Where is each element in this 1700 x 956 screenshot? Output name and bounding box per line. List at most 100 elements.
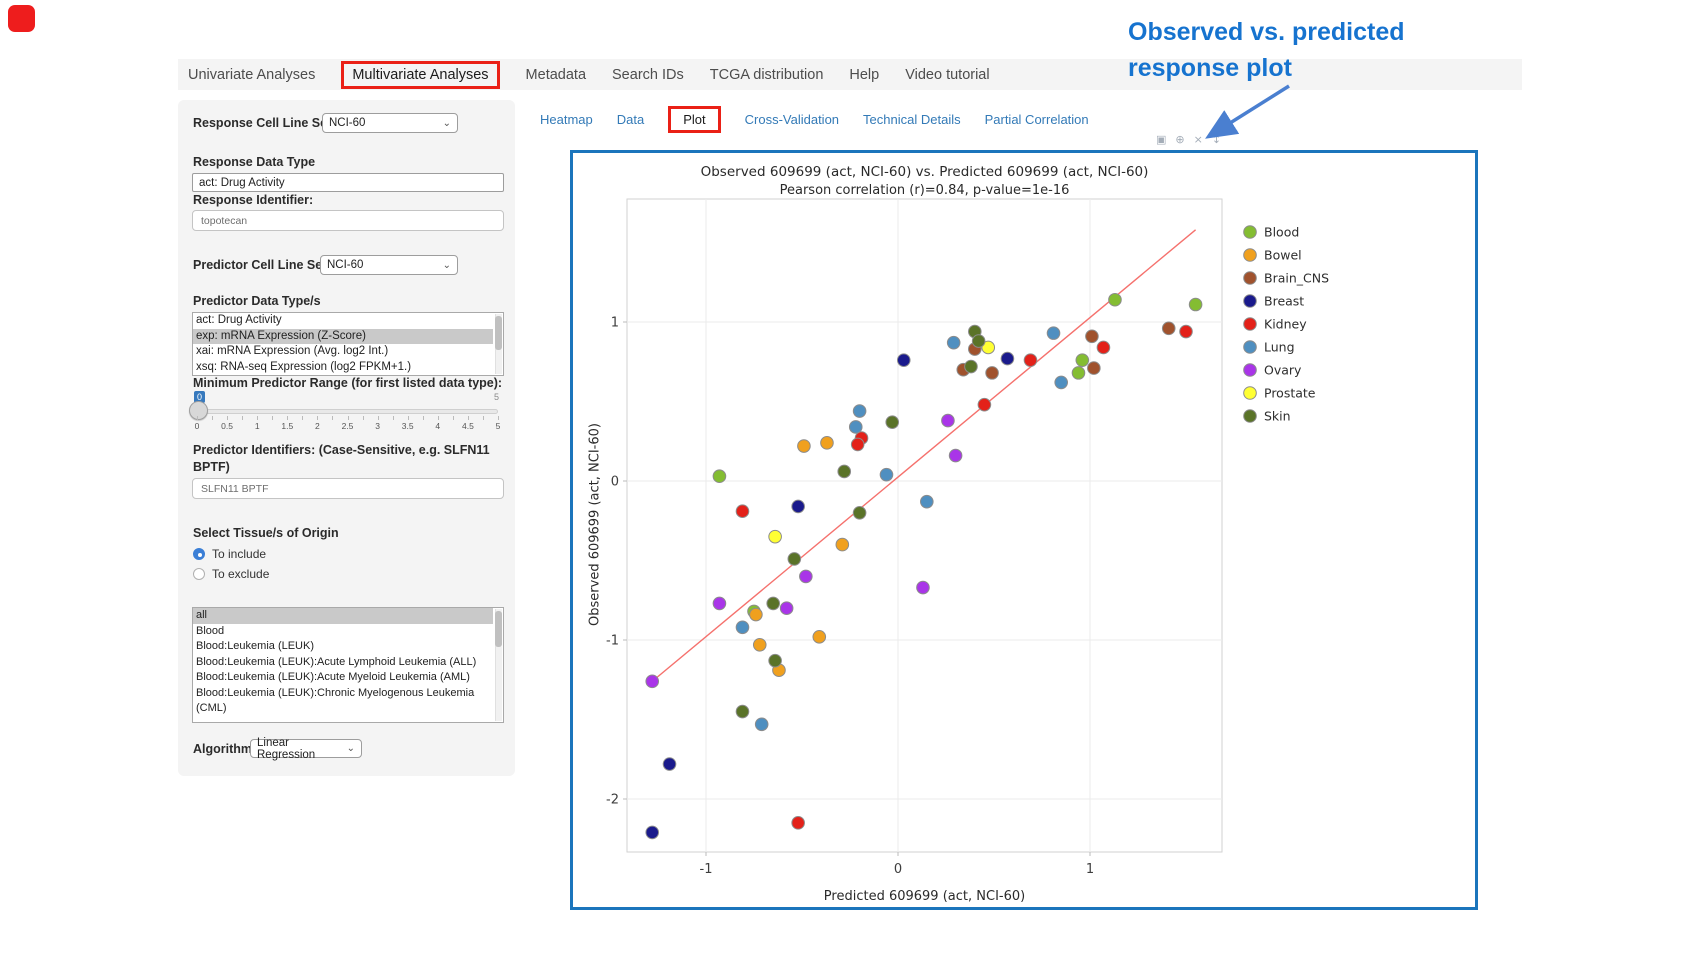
scrollbar[interactable]	[495, 314, 502, 374]
data-point-kidney[interactable]	[1097, 341, 1110, 354]
legend-swatch-ovary[interactable]	[1244, 364, 1257, 377]
list-item[interactable]: xsq: RNA-seq Expression (log2 FPKM+1.)	[193, 360, 493, 376]
data-point-skin[interactable]	[965, 360, 978, 373]
data-point-lung[interactable]	[880, 468, 893, 481]
data-point-skin[interactable]	[767, 597, 780, 610]
data-point-skin[interactable]	[788, 553, 801, 566]
legend-swatch-brain_cns[interactable]	[1244, 272, 1257, 285]
data-point-skin[interactable]	[853, 507, 866, 520]
data-point-blood[interactable]	[1109, 293, 1122, 306]
data-point-skin[interactable]	[972, 335, 985, 348]
nav-item-univariate-analyses[interactable]: Univariate Analyses	[188, 67, 315, 83]
legend-label[interactable]: Lung	[1264, 340, 1295, 355]
nav-item-multivariate-analyses[interactable]: Multivariate Analyses	[352, 67, 488, 83]
list-item[interactable]: Blood	[193, 624, 493, 640]
data-point-kidney[interactable]	[851, 438, 864, 451]
data-point-bowel[interactable]	[753, 638, 766, 651]
nav-item-help[interactable]: Help	[849, 67, 879, 83]
data-point-bowel[interactable]	[813, 631, 826, 644]
algorithm-select[interactable]: Linear Regression ⌄	[250, 739, 362, 758]
tab-cross-validation[interactable]: Cross-Validation	[745, 112, 839, 127]
predictor-identifiers-input[interactable]	[192, 478, 504, 499]
list-item[interactable]: Blood:Leukemia (LEUK):Acute Lymphoid Leu…	[193, 655, 493, 671]
response-data-type-select[interactable]: act: Drug Activity	[192, 173, 504, 192]
camera-icon[interactable]: ▣	[1156, 133, 1166, 146]
legend-label[interactable]: Blood	[1264, 225, 1299, 240]
data-point-skin[interactable]	[769, 654, 782, 667]
nav-item-search-ids[interactable]: Search IDs	[612, 67, 684, 83]
data-point-ovary[interactable]	[917, 581, 930, 594]
legend-label[interactable]: Ovary	[1264, 363, 1302, 378]
tab-heatmap[interactable]: Heatmap	[540, 112, 593, 127]
list-item[interactable]: Blood:Leukemia (LEUK)	[193, 639, 493, 655]
legend-label[interactable]: Breast	[1264, 294, 1304, 309]
data-point-brain_cns[interactable]	[1088, 362, 1101, 375]
tissue-listbox[interactable]: allBloodBlood:Leukemia (LEUK)Blood:Leuke…	[192, 607, 504, 723]
data-point-ovary[interactable]	[646, 675, 659, 688]
data-point-ovary[interactable]	[949, 449, 962, 462]
data-point-ovary[interactable]	[780, 602, 793, 615]
data-point-kidney[interactable]	[792, 817, 805, 830]
legend-swatch-skin[interactable]	[1244, 410, 1257, 423]
data-point-prostate[interactable]	[769, 530, 782, 543]
legend-swatch-bowel[interactable]	[1244, 249, 1257, 262]
legend-swatch-kidney[interactable]	[1244, 318, 1257, 331]
data-point-brain_cns[interactable]	[986, 367, 999, 380]
response-identifier-input[interactable]	[192, 210, 504, 231]
min-predictor-range-slider[interactable]	[196, 409, 498, 414]
scrollbar-thumb[interactable]	[495, 316, 502, 350]
data-point-brain_cns[interactable]	[1162, 322, 1175, 335]
data-point-kidney[interactable]	[736, 505, 749, 518]
data-point-lung[interactable]	[736, 621, 749, 634]
data-point-bowel[interactable]	[836, 538, 849, 551]
nav-item-video-tutorial[interactable]: Video tutorial	[905, 67, 989, 83]
data-point-skin[interactable]	[736, 705, 749, 718]
data-point-kidney[interactable]	[1180, 325, 1193, 338]
zoom-icon[interactable]: ⊕	[1175, 133, 1184, 146]
legend-label[interactable]: Skin	[1264, 409, 1291, 424]
predictor-cell-line-set-select[interactable]: NCI-60 ⌄	[320, 255, 458, 275]
data-point-blood[interactable]	[1072, 367, 1085, 380]
data-point-lung[interactable]	[921, 495, 934, 508]
legend-swatch-lung[interactable]	[1244, 341, 1257, 354]
tab-technical-details[interactable]: Technical Details	[863, 112, 961, 127]
list-item[interactable]: Blood:Leukemia (LEUK):Chronic Myelogenou…	[193, 686, 493, 717]
data-point-kidney[interactable]	[978, 398, 991, 411]
list-item[interactable]: xai: mRNA Expression (Avg. log2 Int.)	[193, 344, 493, 360]
data-point-bowel[interactable]	[821, 437, 834, 450]
legend-label[interactable]: Kidney	[1264, 317, 1307, 332]
data-point-skin[interactable]	[838, 465, 851, 478]
legend-label[interactable]: Prostate	[1264, 386, 1316, 401]
response-cell-line-set-select[interactable]: NCI-60 ⌄	[322, 113, 458, 133]
tab-data[interactable]: Data	[617, 112, 644, 127]
radio-to-include[interactable]: To include	[193, 547, 266, 561]
list-item[interactable]: exp: mRNA Expression (Z-Score)	[193, 329, 493, 345]
legend-label[interactable]: Brain_CNS	[1264, 271, 1329, 286]
tab-partial-correlation[interactable]: Partial Correlation	[985, 112, 1089, 127]
data-point-ovary[interactable]	[942, 414, 955, 427]
radio-to-exclude[interactable]: To exclude	[193, 567, 269, 581]
scatter-plot[interactable]: -10110-1-2BloodBowelBrain_CNSBreastKidne…	[573, 153, 1475, 907]
list-item[interactable]: Blood:Leukemia (LEUK):Acute Myeloid Leuk…	[193, 670, 493, 686]
data-point-ovary[interactable]	[713, 597, 726, 610]
scrollbar[interactable]	[495, 609, 502, 721]
data-point-ovary[interactable]	[800, 570, 813, 583]
data-point-breast[interactable]	[792, 500, 805, 513]
data-point-breast[interactable]	[1001, 352, 1014, 365]
data-point-lung[interactable]	[1055, 376, 1068, 389]
data-point-blood[interactable]	[1189, 298, 1202, 311]
legend-swatch-blood[interactable]	[1244, 226, 1257, 239]
data-point-breast[interactable]	[663, 758, 676, 771]
data-point-lung[interactable]	[947, 336, 960, 349]
data-point-skin[interactable]	[886, 416, 899, 429]
pan-icon[interactable]: ↕	[1212, 133, 1221, 146]
tab-plot[interactable]: Plot	[683, 112, 705, 127]
close-icon[interactable]: ×	[1194, 133, 1203, 146]
legend-swatch-breast[interactable]	[1244, 295, 1257, 308]
list-item[interactable]: act: Drug Activity	[193, 313, 493, 329]
data-point-kidney[interactable]	[1024, 354, 1037, 367]
data-point-breast[interactable]	[646, 826, 659, 839]
data-point-lung[interactable]	[849, 421, 862, 434]
slider-handle[interactable]	[189, 401, 208, 420]
data-point-breast[interactable]	[897, 354, 910, 367]
